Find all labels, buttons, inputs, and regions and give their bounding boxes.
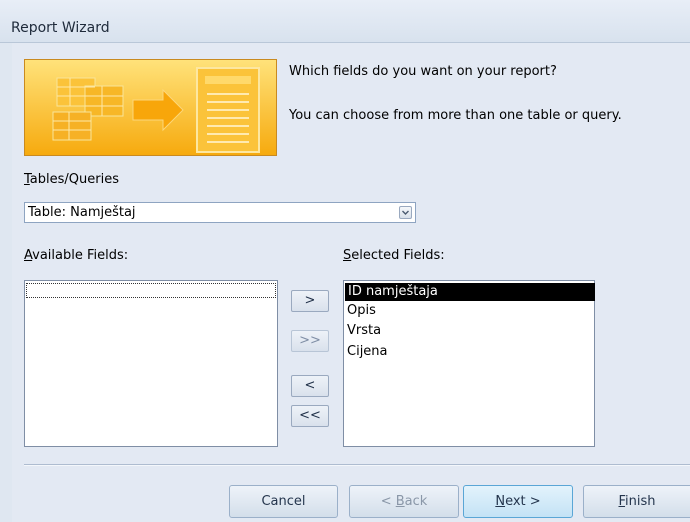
chevron-down-icon: [402, 210, 409, 215]
selected-fields-label: Selected Fields:: [343, 248, 445, 263]
back-mnemonic: B: [395, 494, 405, 509]
selected-field-item[interactable]: Opis: [347, 302, 597, 320]
report-wizard-banner-icon: [25, 60, 276, 155]
selected-field-item[interactable]: Cijena: [347, 343, 597, 361]
available-fields-mnemonic: A: [24, 248, 33, 263]
next-label: ext >: [505, 494, 541, 509]
selected-fields-label-text: elected Fields:: [351, 248, 445, 263]
intro-hint: You can choose from more than one table …: [289, 108, 622, 123]
cancel-button[interactable]: Cancel: [229, 485, 338, 518]
combo-dropdown-icon[interactable]: [399, 206, 412, 219]
remove-field-button[interactable]: <: [291, 375, 329, 397]
next-mnemonic: N: [495, 494, 506, 509]
cancel-label: Cancel: [261, 494, 306, 509]
back-prefix: <: [380, 494, 396, 509]
title-bar: Report Wizard: [0, 0, 690, 43]
back-label: ack: [404, 494, 428, 509]
window-title: Report Wizard: [11, 20, 110, 36]
finish-label: inish: [625, 494, 656, 509]
footer-separator: [24, 464, 690, 466]
selected-fields-list[interactable]: ID namještaja Opis Vrsta Cijena: [343, 280, 595, 447]
available-fields-label-text: vailable Fields:: [32, 248, 129, 263]
intro-question: Which fields do you want on your report?: [289, 64, 557, 79]
back-button[interactable]: < Back: [349, 485, 459, 518]
tables-queries-value: Table: Namještaj: [28, 205, 136, 220]
tables-queries-label-text: ables/Queries: [29, 172, 119, 187]
remove-all-fields-button[interactable]: <<: [291, 405, 329, 427]
next-button[interactable]: Next >: [463, 485, 573, 518]
available-fields-focus-row[interactable]: [26, 283, 276, 298]
finish-button[interactable]: Finish: [583, 485, 690, 518]
tables-queries-label: Tables/Queries: [24, 172, 119, 187]
selected-field-item[interactable]: ID namještaja: [345, 283, 595, 301]
add-all-fields-button[interactable]: >>: [291, 330, 329, 352]
add-field-button[interactable]: >: [291, 290, 329, 312]
report-wizard-banner-graphic: [24, 59, 277, 156]
selected-field-item[interactable]: Vrsta: [347, 322, 597, 340]
available-fields-list[interactable]: [24, 280, 278, 447]
tables-queries-combobox[interactable]: Table: Namještaj: [24, 202, 416, 223]
available-fields-label: Available Fields:: [24, 248, 128, 263]
